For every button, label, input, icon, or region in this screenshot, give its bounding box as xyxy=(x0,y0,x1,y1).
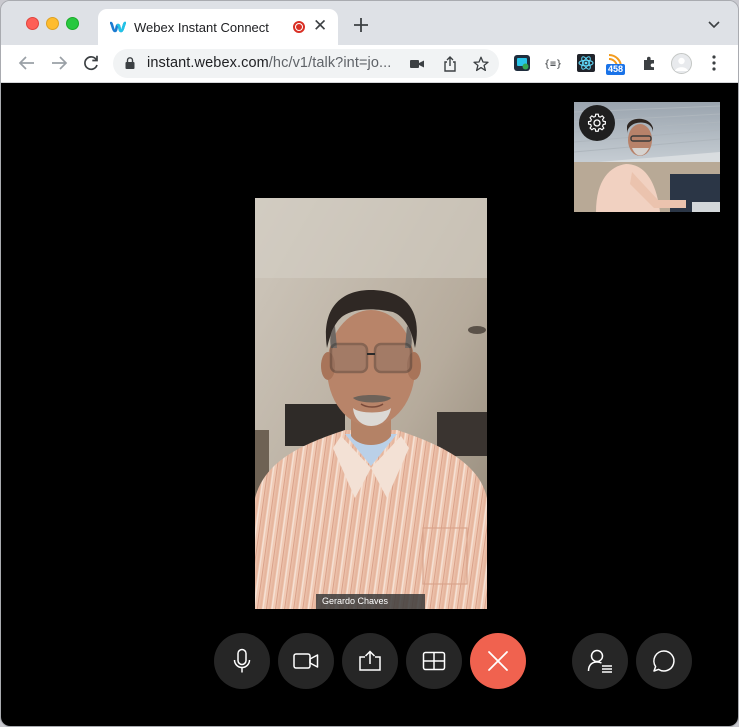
share-screen-icon xyxy=(359,650,381,671)
lock-icon[interactable] xyxy=(125,57,135,69)
call-area: Gerardo Chaves xyxy=(1,83,738,726)
mute-microphone-button[interactable] xyxy=(214,633,270,689)
gear-icon xyxy=(587,113,606,132)
tab-webex-instant-connect[interactable]: Webex Instant Connect ✕ xyxy=(98,9,338,45)
forward-arrow-icon[interactable] xyxy=(50,54,68,72)
svg-text:{≡}: {≡} xyxy=(544,59,562,70)
new-tab-button[interactable] xyxy=(353,17,369,33)
more-menu-icon[interactable] xyxy=(709,53,719,73)
url-path: /hc/v1/talk?int=jo... xyxy=(268,55,392,71)
participants-list-icon xyxy=(587,649,612,673)
stop-video-button[interactable] xyxy=(278,633,334,689)
tab-title: Webex Instant Connect xyxy=(134,20,269,35)
remote-video-scene xyxy=(255,198,487,609)
react-devtools-extension-icon[interactable] xyxy=(577,54,595,72)
remote-participant-video: Gerardo Chaves xyxy=(255,198,487,609)
browser-window: Webex Instant Connect ✕ instant.webex.co… xyxy=(0,0,739,727)
settings-button[interactable] xyxy=(579,105,615,141)
extension-badge-count: 458 xyxy=(606,64,626,75)
end-call-button[interactable] xyxy=(470,633,526,689)
minimize-window-button[interactable] xyxy=(46,17,59,30)
close-tab-icon[interactable]: ✕ xyxy=(313,17,327,35)
address-bar[interactable]: instant.webex.com/hc/v1/talk?int=jo... xyxy=(113,49,499,78)
back-arrow-icon[interactable] xyxy=(18,54,36,72)
profile-avatar[interactable] xyxy=(671,53,692,74)
zoom-window-button[interactable] xyxy=(66,17,79,30)
browser-toolbar: instant.webex.com/hc/v1/talk?int=jo... {… xyxy=(1,45,738,83)
share-icon[interactable] xyxy=(442,56,458,72)
extensions-puzzle-icon[interactable] xyxy=(641,54,659,72)
webex-logo-icon xyxy=(110,21,126,33)
layout-grid-icon xyxy=(422,651,446,671)
url-text[interactable]: instant.webex.com/hc/v1/talk?int=jo... xyxy=(147,55,391,71)
chat-bubble-icon xyxy=(653,650,675,672)
close-window-button[interactable] xyxy=(26,17,39,30)
video-camera-icon xyxy=(293,653,319,669)
recording-indicator-icon xyxy=(293,21,305,33)
reload-icon[interactable] xyxy=(82,54,100,72)
camera-in-use-icon[interactable] xyxy=(409,56,425,72)
tab-search-chevron-icon[interactable] xyxy=(707,17,721,31)
bookmark-star-icon[interactable] xyxy=(473,56,489,72)
self-view-video xyxy=(574,102,720,212)
participants-button[interactable] xyxy=(572,633,628,689)
url-host: instant.webex.com xyxy=(147,55,269,71)
screen-share-extension-icon[interactable] xyxy=(513,54,531,72)
close-icon xyxy=(488,651,508,671)
tab-strip: Webex Instant Connect ✕ xyxy=(1,1,738,45)
share-screen-button[interactable] xyxy=(342,633,398,689)
profile-person-icon xyxy=(675,57,688,71)
layout-button[interactable] xyxy=(406,633,462,689)
json-viewer-extension-icon[interactable]: {≡} xyxy=(544,54,562,72)
chat-button[interactable] xyxy=(636,633,692,689)
microphone-icon xyxy=(233,648,251,673)
participant-name-label: Gerardo Chaves xyxy=(316,594,425,609)
